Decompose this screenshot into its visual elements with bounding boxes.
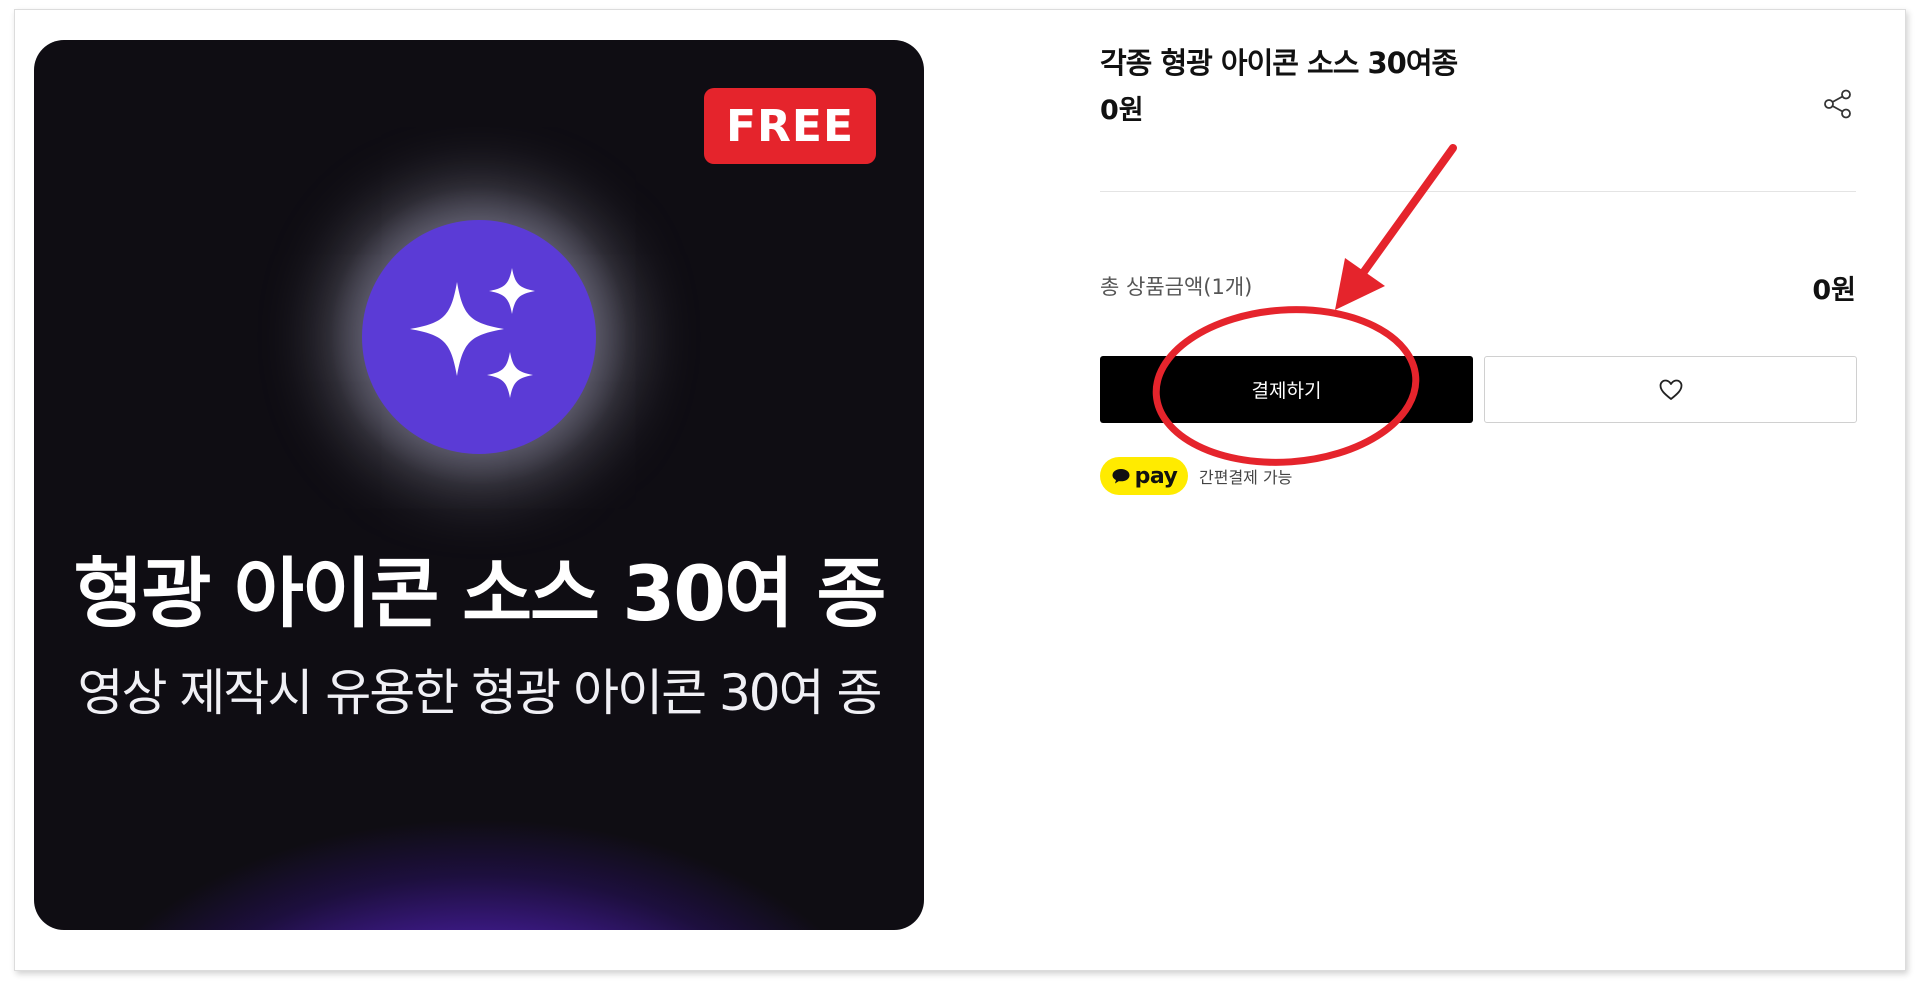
wishlist-button[interactable]: [1484, 356, 1857, 423]
product-price: 0원: [1100, 95, 1144, 126]
pay-brand-label: pay: [1134, 463, 1178, 489]
heart-icon: [1659, 379, 1682, 400]
product-title: 각종 형광 아이콘 소스 30여종: [1100, 46, 1458, 80]
checkout-button[interactable]: 결제하기: [1100, 356, 1473, 423]
chat-bubble-icon: [1112, 469, 1130, 484]
image-headline: 형광 아이콘 소스 30여 종: [73, 549, 887, 638]
share-icon[interactable]: [1822, 88, 1854, 120]
easy-pay-label: 간편결제 가능: [1199, 468, 1293, 487]
image-subline: 영상 제작시 유용한 형광 아이콘 30여 종: [77, 664, 883, 722]
free-badge: FREE: [704, 88, 876, 164]
kakao-pay-badge: pay: [1100, 457, 1188, 495]
divider: [1100, 191, 1856, 192]
product-image: FREE 형광 아이콘 소스 30여 종 영상 제작시 유용한 형광 아이콘 3…: [34, 40, 924, 930]
total-price-value: 0원: [1812, 275, 1856, 306]
sparkles-icon: [362, 220, 596, 454]
total-price-label: 총 상품금액(1개): [1100, 275, 1253, 299]
